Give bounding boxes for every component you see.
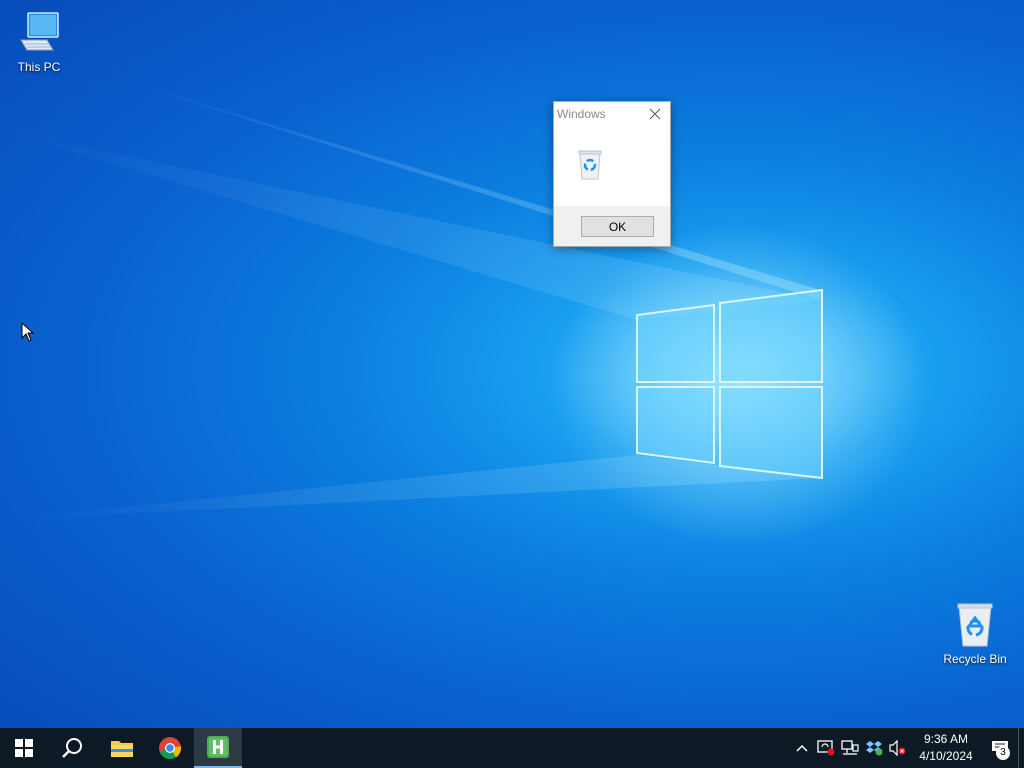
dialog-footer: OK bbox=[554, 206, 670, 246]
tray-security[interactable] bbox=[814, 728, 838, 768]
close-button[interactable] bbox=[642, 102, 668, 126]
taskbar-chrome[interactable] bbox=[146, 728, 194, 768]
windows-logo-wallpaper bbox=[636, 288, 823, 480]
desktop-icon-recycle-bin[interactable]: Recycle Bin bbox=[937, 602, 1013, 666]
mouse-cursor-icon bbox=[21, 322, 35, 342]
action-center-button[interactable]: 3 bbox=[982, 728, 1018, 768]
taskbar-h-app[interactable] bbox=[194, 728, 242, 768]
wallpaper bbox=[0, 70, 930, 545]
dropbox-icon bbox=[866, 741, 883, 756]
computer-icon bbox=[15, 10, 63, 58]
tray-network[interactable] bbox=[838, 728, 862, 768]
system-tray: 9:36 AM 4/10/2024 3 bbox=[790, 728, 1024, 768]
folder-icon bbox=[111, 741, 133, 757]
ok-button[interactable]: OK bbox=[581, 216, 654, 237]
dialog-titlebar[interactable]: Windows bbox=[554, 102, 670, 126]
volume-muted-icon bbox=[889, 740, 906, 756]
taskbar: 9:36 AM 4/10/2024 3 bbox=[0, 728, 1024, 768]
dialog-title: Windows bbox=[557, 107, 606, 121]
taskbar-clock[interactable]: 9:36 AM 4/10/2024 bbox=[914, 731, 978, 765]
recycle-bin-icon bbox=[576, 150, 604, 180]
windows-start-icon bbox=[15, 739, 33, 757]
desktop-icon-label: Recycle Bin bbox=[943, 652, 1007, 666]
desktop-icon-this-pc[interactable]: This PC bbox=[1, 10, 77, 74]
recycle-bin-icon bbox=[951, 602, 999, 650]
tray-dropbox[interactable] bbox=[862, 728, 886, 768]
windows-dialog: Windows OK bbox=[553, 101, 671, 247]
chrome-icon bbox=[159, 737, 182, 760]
security-alert-icon bbox=[817, 740, 835, 756]
show-desktop-button[interactable] bbox=[1018, 728, 1024, 768]
clock-time: 9:36 AM bbox=[923, 732, 969, 746]
chevron-up-icon bbox=[796, 744, 808, 752]
start-button[interactable] bbox=[0, 728, 48, 768]
taskbar-file-explorer[interactable] bbox=[98, 728, 146, 768]
network-icon bbox=[841, 740, 859, 755]
clock-date: 4/10/2024 bbox=[919, 749, 973, 763]
search-button[interactable] bbox=[48, 728, 96, 768]
notification-count-badge: 3 bbox=[996, 746, 1010, 760]
show-hidden-icons-button[interactable] bbox=[790, 728, 814, 768]
h-app-icon bbox=[207, 736, 229, 758]
tray-volume[interactable] bbox=[886, 728, 910, 768]
search-icon bbox=[62, 738, 82, 758]
desktop-icon-label: This PC bbox=[17, 60, 61, 74]
close-icon bbox=[649, 108, 661, 120]
dialog-content bbox=[554, 126, 670, 206]
